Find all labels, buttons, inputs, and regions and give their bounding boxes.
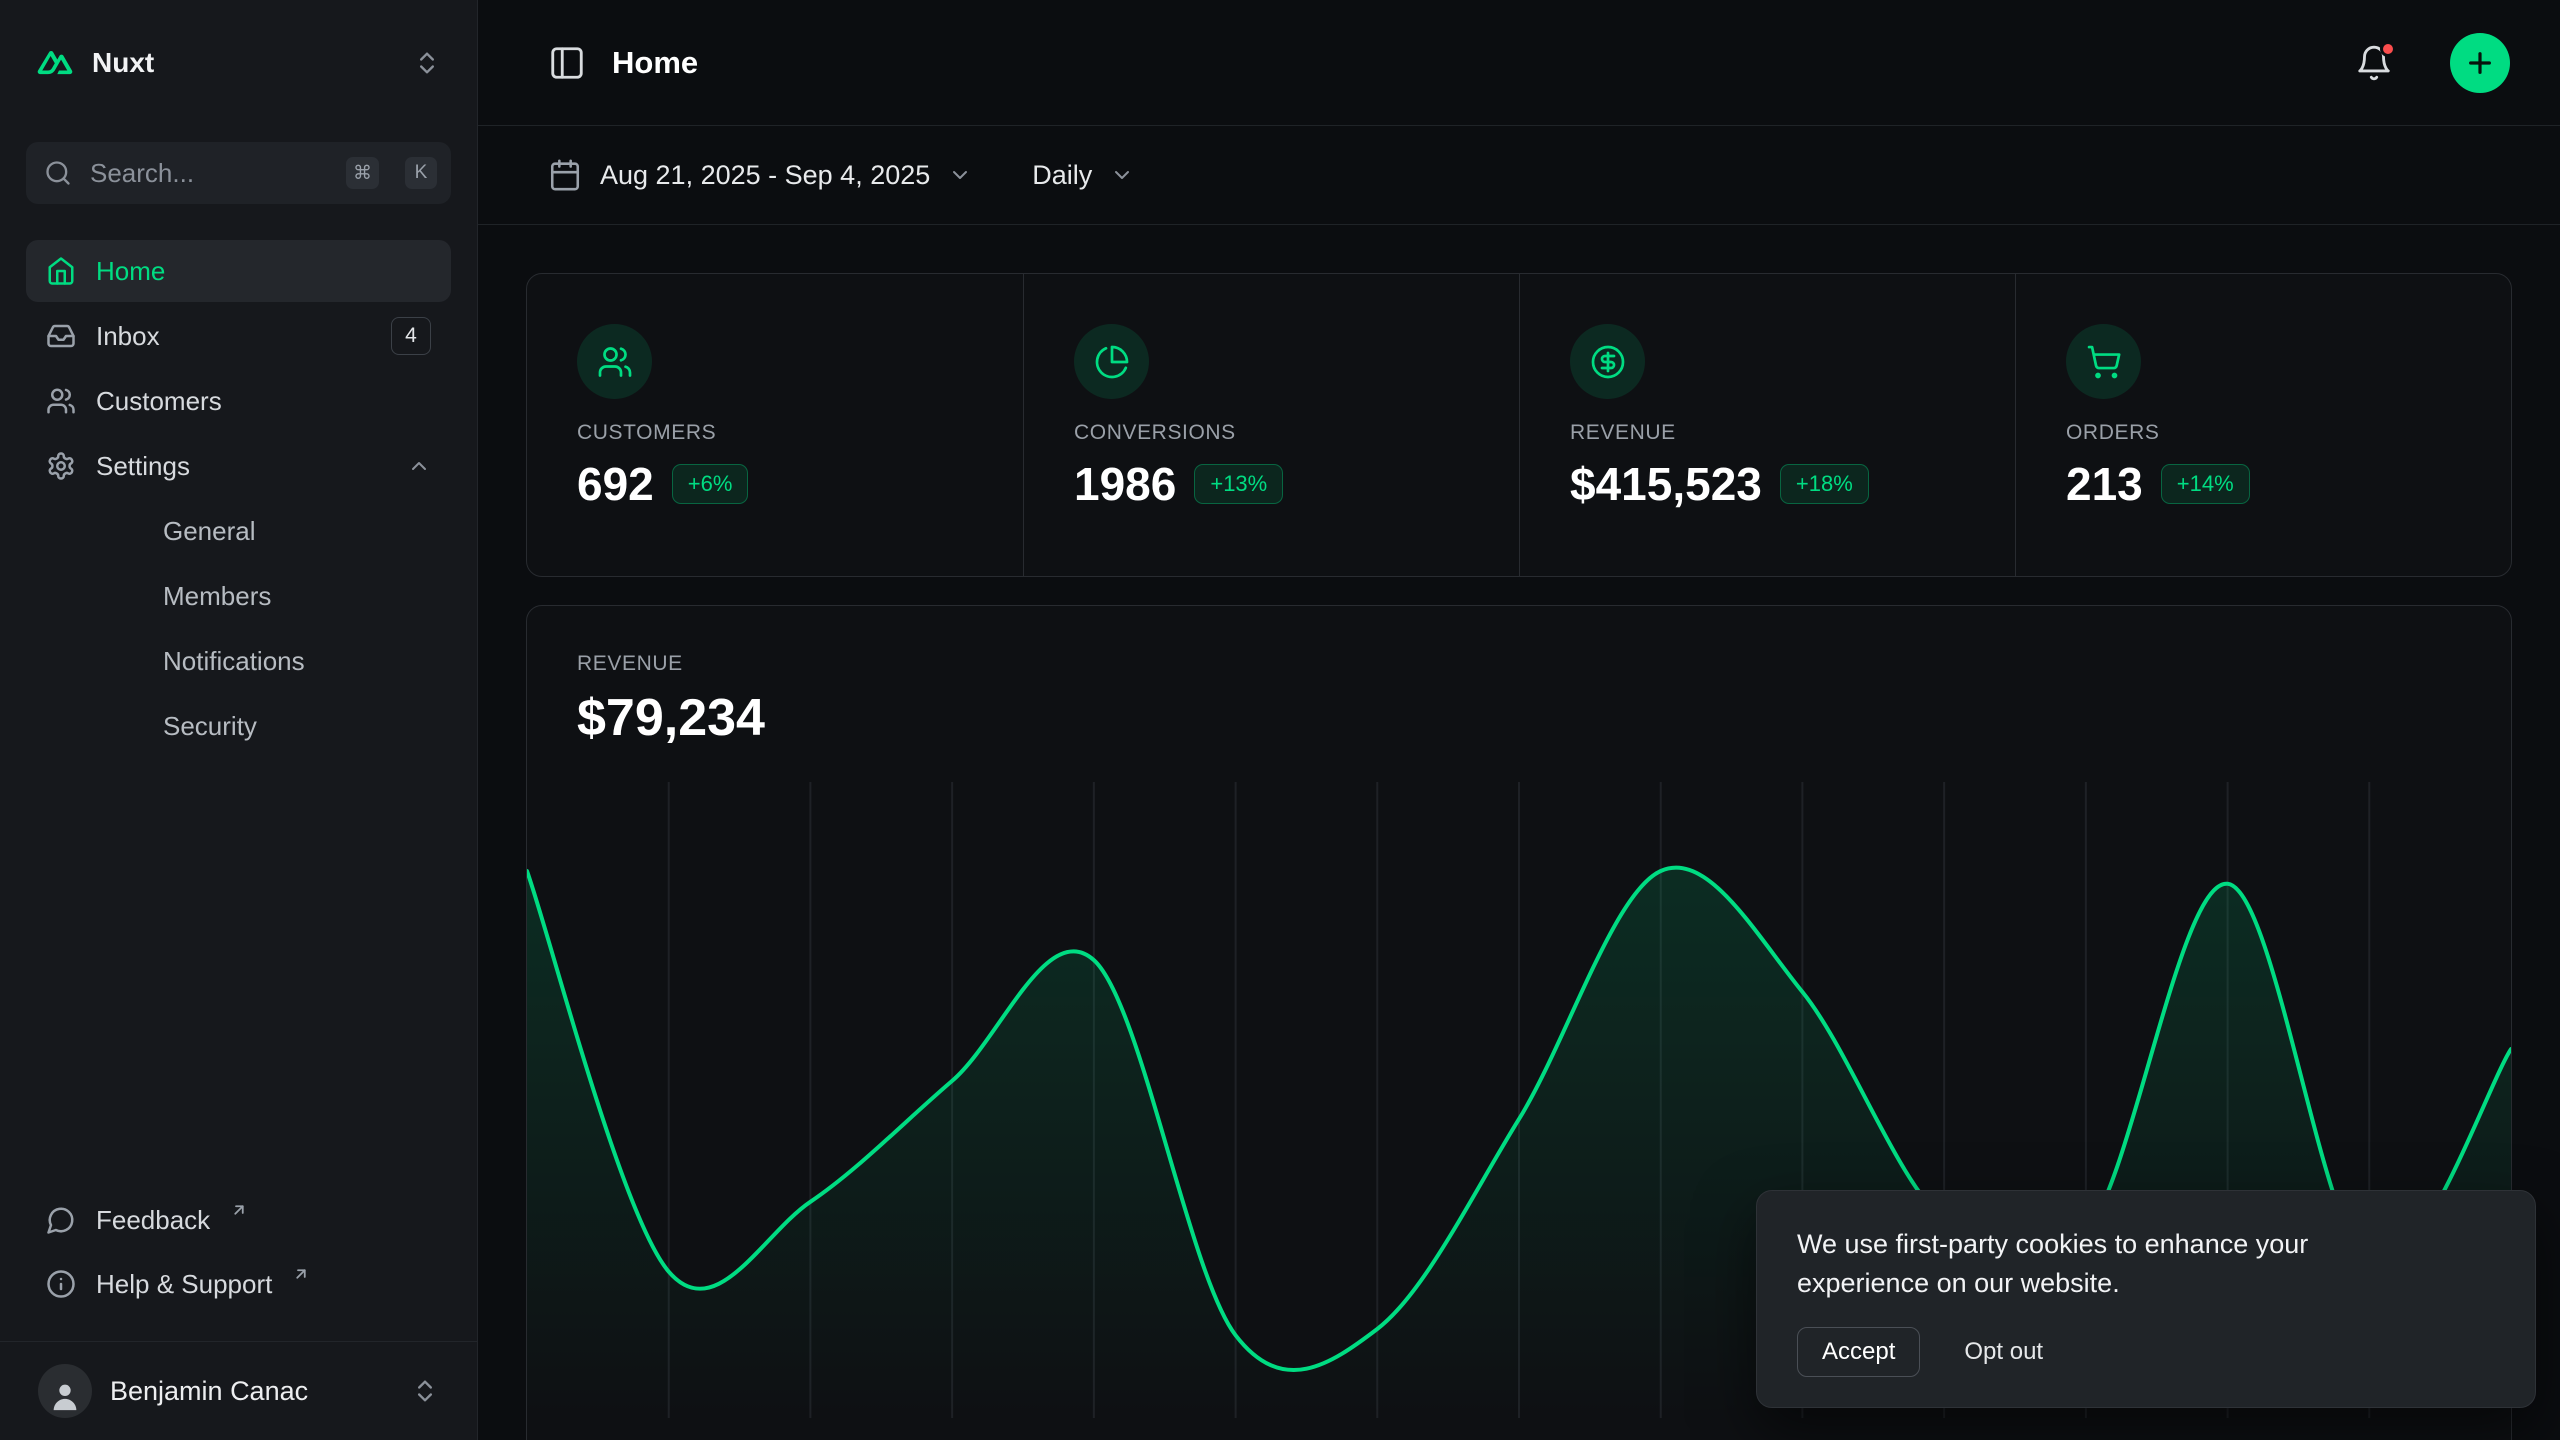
stat-label: CUSTOMERS bbox=[577, 421, 973, 445]
granularity-value: Daily bbox=[1032, 160, 1092, 191]
sidebar-item-general[interactable]: General bbox=[26, 500, 451, 562]
revenue-total: $79,234 bbox=[577, 688, 2461, 748]
sidebar-item-customers[interactable]: Customers bbox=[26, 370, 451, 432]
stat-customers: CUSTOMERS 692 +6% bbox=[527, 274, 1023, 576]
stat-value: 1986 bbox=[1074, 457, 1176, 511]
stat-value: 213 bbox=[2066, 457, 2143, 511]
sidebar-item-members[interactable]: Members bbox=[26, 565, 451, 627]
stat-orders: ORDERS 213 +14% bbox=[2015, 274, 2511, 576]
cookie-message: We use first-party cookies to enhance yo… bbox=[1797, 1225, 2377, 1303]
page-title: Home bbox=[612, 45, 698, 81]
chevron-down-icon bbox=[948, 163, 972, 187]
info-circle-icon bbox=[46, 1269, 76, 1299]
sidebar-item-home[interactable]: Home bbox=[26, 240, 451, 302]
sidebar-footer: Feedback Help & Support bbox=[26, 1189, 451, 1341]
stat-value: $415,523 bbox=[1570, 457, 1762, 511]
feedback-label: Feedback bbox=[96, 1205, 210, 1236]
notifications-button[interactable] bbox=[2350, 39, 2398, 87]
users-icon bbox=[46, 386, 76, 416]
stat-revenue: REVENUE $415,523 +18% bbox=[1519, 274, 2015, 576]
sidebar-subitem-label: General bbox=[163, 516, 256, 547]
date-range-picker[interactable]: Aug 21, 2025 - Sep 4, 2025 bbox=[548, 158, 972, 192]
circle-dollar-icon bbox=[1590, 344, 1626, 380]
help-support-label: Help & Support bbox=[96, 1269, 272, 1300]
search-input[interactable] bbox=[90, 158, 328, 189]
feedback-link[interactable]: Feedback bbox=[26, 1189, 451, 1251]
date-range-value: Aug 21, 2025 - Sep 4, 2025 bbox=[600, 160, 930, 191]
filter-bar: Aug 21, 2025 - Sep 4, 2025 Daily bbox=[478, 126, 2560, 225]
accept-button[interactable]: Accept bbox=[1797, 1327, 1920, 1377]
stat-delta-badge: +13% bbox=[1194, 464, 1283, 504]
stat-delta-badge: +6% bbox=[672, 464, 749, 504]
users-icon bbox=[597, 344, 633, 380]
sidebar-item-label: Settings bbox=[96, 451, 190, 482]
cookie-consent-toast: We use first-party cookies to enhance yo… bbox=[1756, 1190, 2536, 1408]
sidebar-toggle-icon[interactable] bbox=[548, 44, 586, 82]
stat-label: ORDERS bbox=[2066, 421, 2461, 445]
chevrons-up-down-icon bbox=[413, 49, 441, 77]
person-icon bbox=[48, 1379, 82, 1413]
sidebar-item-label: Customers bbox=[96, 386, 222, 417]
stat-delta-badge: +18% bbox=[1780, 464, 1869, 504]
opt-out-button[interactable]: Opt out bbox=[1964, 1338, 2043, 1366]
gear-icon bbox=[46, 451, 76, 481]
sidebar-subitem-label: Notifications bbox=[163, 646, 305, 677]
kbd-key: K bbox=[405, 157, 437, 189]
notification-dot bbox=[2380, 41, 2396, 57]
external-link-icon bbox=[292, 1265, 310, 1283]
home-icon bbox=[46, 256, 76, 286]
stat-label: REVENUE bbox=[1570, 421, 1965, 445]
stat-value: 692 bbox=[577, 457, 654, 511]
nuxt-logo-icon bbox=[36, 44, 74, 82]
stats-row: CUSTOMERS 692 +6% CONVERSIONS 1986 +13% bbox=[526, 273, 2512, 577]
user-section: Benjamin Canac bbox=[0, 1341, 477, 1440]
revenue-card-label: REVENUE bbox=[577, 652, 2461, 676]
sidebar-item-notifications[interactable]: Notifications bbox=[26, 630, 451, 692]
sidebar-item-label: Home bbox=[96, 256, 165, 287]
inbox-count-badge: 4 bbox=[391, 317, 431, 355]
add-button[interactable] bbox=[2450, 33, 2510, 93]
search-icon bbox=[44, 159, 72, 187]
granularity-select[interactable]: Daily bbox=[1032, 160, 1134, 191]
pie-chart-icon bbox=[1094, 344, 1130, 380]
sidebar-item-settings[interactable]: Settings bbox=[26, 435, 451, 497]
user-menu[interactable]: Benjamin Canac bbox=[26, 1356, 451, 1426]
avatar bbox=[38, 1364, 92, 1418]
workspace-switcher[interactable]: Nuxt bbox=[26, 30, 451, 96]
inbox-icon bbox=[46, 321, 76, 351]
workspace-name: Nuxt bbox=[92, 47, 154, 79]
cart-icon bbox=[2086, 344, 2122, 380]
chevron-up-icon bbox=[407, 454, 431, 478]
stat-conversions: CONVERSIONS 1986 +13% bbox=[1023, 274, 1519, 576]
plus-icon bbox=[2464, 47, 2496, 79]
sidebar-item-inbox[interactable]: Inbox 4 bbox=[26, 305, 451, 367]
sidebar-item-security[interactable]: Security bbox=[26, 695, 451, 757]
sidebar-nav: Home Inbox 4 Customers Settings General … bbox=[26, 240, 451, 757]
chevron-down-icon bbox=[1110, 163, 1134, 187]
calendar-icon bbox=[548, 158, 582, 192]
top-bar: Home bbox=[478, 0, 2560, 126]
stat-label: CONVERSIONS bbox=[1074, 421, 1469, 445]
user-name: Benjamin Canac bbox=[110, 1376, 308, 1407]
stat-delta-badge: +14% bbox=[2161, 464, 2250, 504]
sidebar-subitem-label: Security bbox=[163, 711, 257, 742]
help-support-link[interactable]: Help & Support bbox=[26, 1253, 451, 1315]
message-bubble-icon bbox=[46, 1205, 76, 1235]
kbd-meta: ⌘ bbox=[346, 157, 379, 189]
sidebar-subitem-label: Members bbox=[163, 581, 271, 612]
sidebar-item-label: Inbox bbox=[96, 321, 160, 352]
sidebar: Nuxt ⌘ K Home Inbox 4 Customers Settings… bbox=[0, 0, 478, 1440]
external-link-icon bbox=[230, 1201, 248, 1219]
chevrons-up-down-icon bbox=[411, 1377, 439, 1405]
search-bar[interactable]: ⌘ K bbox=[26, 142, 451, 204]
main-area: Home Aug 21, 2025 - Sep 4, 2025 Daily bbox=[478, 0, 2560, 1440]
